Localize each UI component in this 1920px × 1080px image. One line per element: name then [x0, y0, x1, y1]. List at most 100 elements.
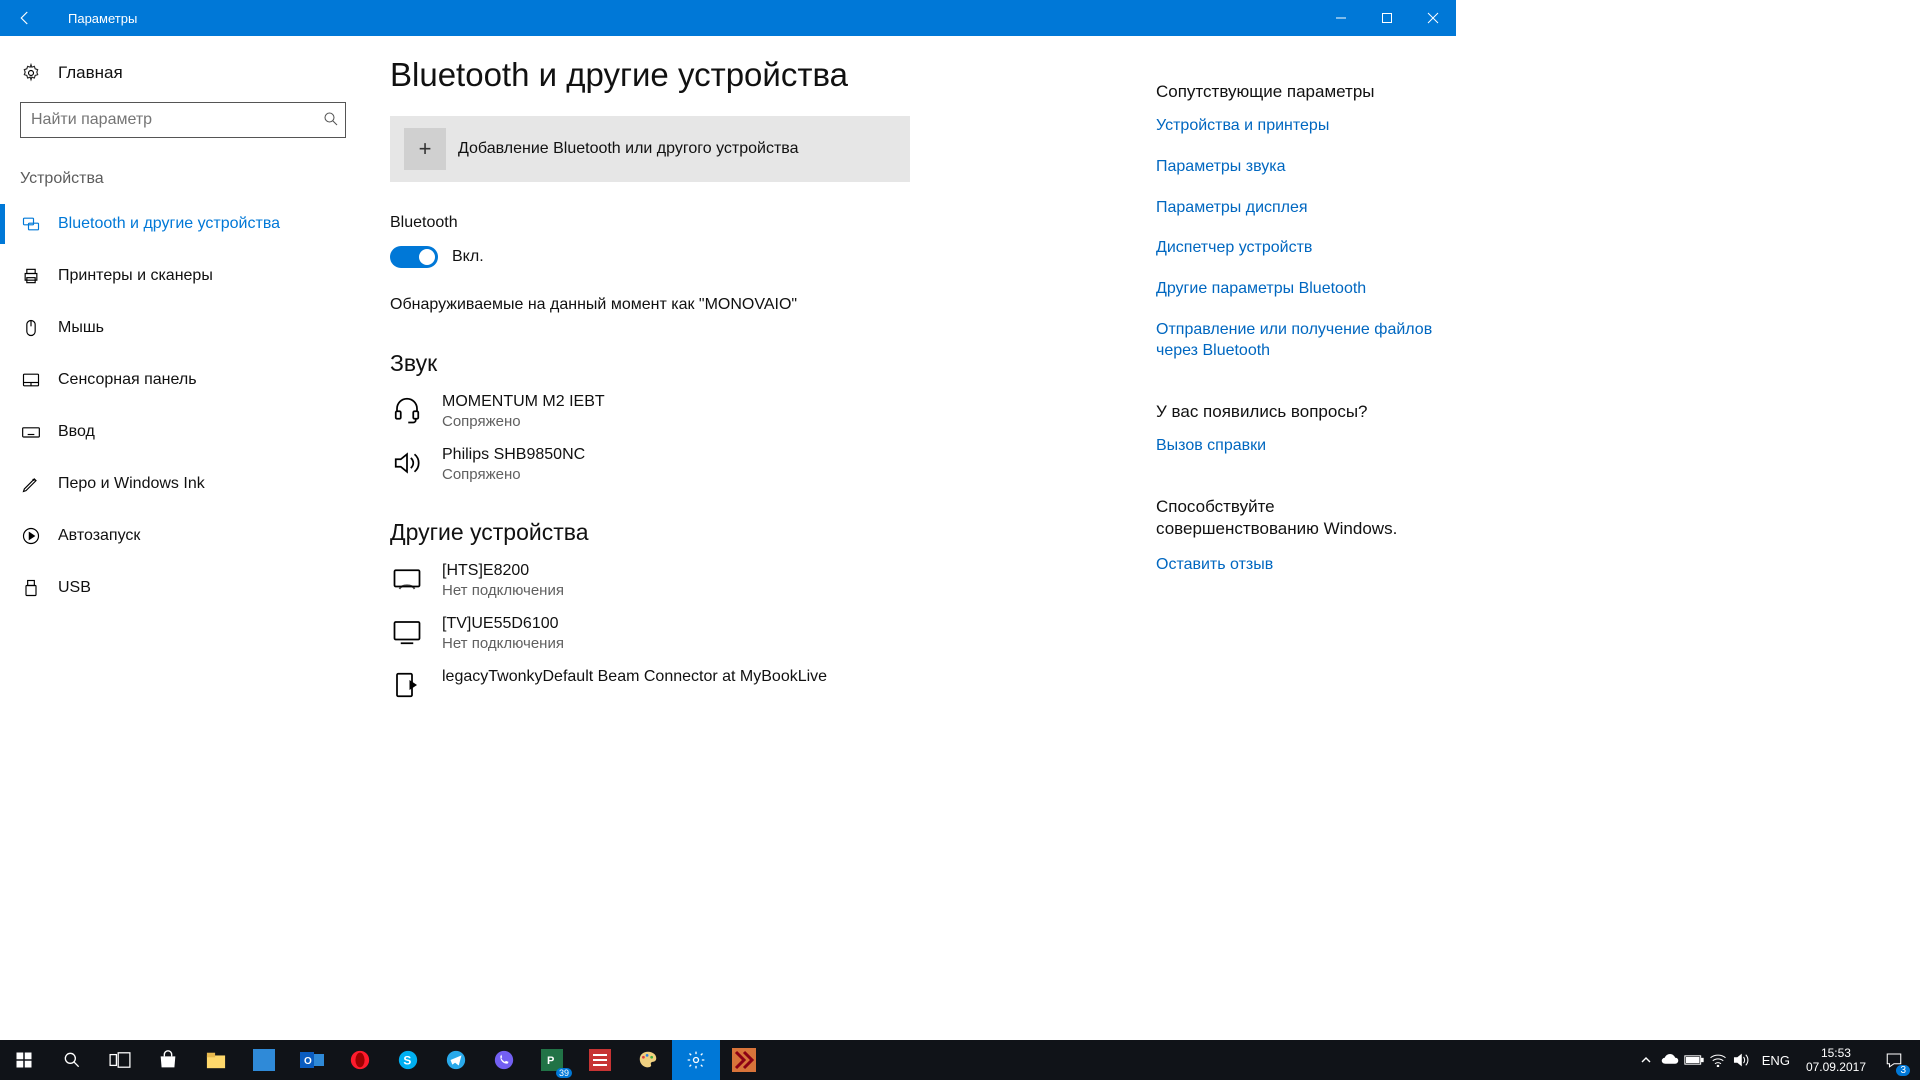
device-item[interactable]: legacyTwonkyDefault Beam Connector at My… — [390, 668, 1116, 702]
tray-time: 15:53 — [1806, 1046, 1866, 1060]
tray-clock[interactable]: 15:53 07.09.2017 — [1806, 1046, 1866, 1075]
device-name: [TV]UE55D6100 — [442, 615, 564, 633]
device-name: Philips SHB9850NC — [442, 446, 585, 464]
tray-battery-icon[interactable] — [1682, 1040, 1706, 1080]
taskbar-app-outlook[interactable]: O — [288, 1040, 336, 1080]
window-controls — [1318, 0, 1456, 36]
taskbar-app-viber[interactable] — [480, 1040, 528, 1080]
media-server-icon — [390, 668, 424, 702]
taskbar-app-kaspersky[interactable] — [720, 1040, 768, 1080]
task-view-button[interactable] — [96, 1040, 144, 1080]
sidebar-item-label: Ввод — [58, 423, 95, 441]
related-link[interactable]: Диспетчер устройств — [1156, 238, 1436, 259]
taskbar-app-telegram[interactable] — [432, 1040, 480, 1080]
sidebar-item-label: Bluetooth и другие устройства — [58, 215, 280, 233]
tray-wifi-icon[interactable] — [1706, 1040, 1730, 1080]
minimize-button[interactable] — [1318, 0, 1364, 36]
taskbar-app-store[interactable] — [144, 1040, 192, 1080]
pen-icon — [20, 473, 42, 495]
taskbar-app-explorer[interactable] — [192, 1040, 240, 1080]
maximize-button[interactable] — [1364, 0, 1410, 36]
headset-icon — [390, 393, 424, 427]
taskbar-app-skype[interactable]: S — [384, 1040, 432, 1080]
touchpad-icon — [20, 369, 42, 391]
help-head: У вас появились вопросы? — [1156, 402, 1436, 422]
category-label: Устройства — [20, 170, 370, 188]
media-device-icon — [390, 562, 424, 596]
device-item[interactable]: [HTS]E8200 Нет подключения — [390, 562, 1116, 599]
sidebar-item-touchpad[interactable]: Сенсорная панель — [0, 354, 370, 406]
search-button[interactable] — [48, 1040, 96, 1080]
sidebar-item-typing[interactable]: Ввод — [0, 406, 370, 458]
tray-notifications[interactable]: 3 — [1874, 1040, 1914, 1080]
audio-section-head: Звук — [390, 350, 1116, 377]
bluetooth-toggle[interactable] — [390, 246, 438, 268]
other-section-head: Другие устройства — [390, 519, 1116, 546]
bluetooth-label: Bluetooth — [390, 214, 1116, 232]
keyboard-icon — [20, 421, 42, 443]
sidebar-item-label: Автозапуск — [58, 527, 140, 545]
sidebar-item-pen[interactable]: Перо и Windows Ink — [0, 458, 370, 510]
tray-onedrive-icon[interactable] — [1658, 1040, 1682, 1080]
tv-icon — [390, 615, 424, 649]
tray-expand-icon[interactable] — [1634, 1040, 1658, 1080]
sidebar-item-label: Перо и Windows Ink — [58, 475, 205, 493]
taskbar-app-settings[interactable] — [672, 1040, 720, 1080]
sidebar-item-usb[interactable]: USB — [0, 562, 370, 614]
related-settings-head: Сопутствующие параметры — [1156, 82, 1436, 102]
feedback-head: Способствуйте совершенствованию Windows. — [1156, 496, 1436, 540]
autoplay-icon — [20, 525, 42, 547]
taskbar-app-red[interactable] — [576, 1040, 624, 1080]
device-item[interactable]: Philips SHB9850NC Сопряжено — [390, 446, 1116, 483]
sidebar-item-label: USB — [58, 579, 91, 597]
device-status: Нет подключения — [442, 635, 564, 652]
taskbar-app-paint[interactable] — [624, 1040, 672, 1080]
close-button[interactable] — [1410, 0, 1456, 36]
back-button[interactable] — [0, 0, 50, 36]
device-name: MOMENTUM M2 IEBT — [442, 393, 605, 411]
device-item[interactable]: [TV]UE55D6100 Нет подключения — [390, 615, 1116, 652]
tray-volume-icon[interactable] — [1730, 1040, 1754, 1080]
badge: 39 — [556, 1068, 572, 1078]
sidebar-item-label: Сенсорная панель — [58, 371, 197, 389]
svg-text:O: O — [304, 1056, 312, 1067]
sidebar-item-mouse[interactable]: Мышь — [0, 302, 370, 354]
device-item[interactable]: MOMENTUM M2 IEBT Сопряжено — [390, 393, 1116, 430]
window-title: Параметры — [68, 11, 137, 26]
search-input[interactable] — [20, 102, 346, 138]
notification-badge: 3 — [1896, 1065, 1910, 1076]
main-content: Bluetooth и другие устройства + Добавлен… — [370, 36, 1156, 776]
taskbar-app-generic-blue[interactable] — [240, 1040, 288, 1080]
sidebar-item-bluetooth[interactable]: Bluetooth и другие устройства — [0, 198, 370, 250]
related-link[interactable]: Другие параметры Bluetooth — [1156, 279, 1436, 300]
home-button[interactable]: Главная — [0, 56, 370, 98]
help-link[interactable]: Вызов справки — [1156, 436, 1436, 457]
feedback-link[interactable]: Оставить отзыв — [1156, 555, 1436, 576]
sidebar: Главная Устройства Bluetooth и другие ус… — [0, 36, 370, 776]
start-button[interactable] — [0, 1040, 48, 1080]
add-device-label: Добавление Bluetooth или другого устройс… — [458, 140, 799, 158]
sidebar-item-label: Мышь — [58, 319, 104, 337]
titlebar: Параметры — [0, 0, 1456, 36]
related-link[interactable]: Параметры звука — [1156, 157, 1436, 178]
home-label: Главная — [58, 63, 123, 83]
sidebar-item-printers[interactable]: Принтеры и сканеры — [0, 250, 370, 302]
taskbar-app-opera[interactable] — [336, 1040, 384, 1080]
related-link[interactable]: Отправление или получение файлов через B… — [1156, 320, 1436, 362]
taskbar: O S P39 ENG 15:53 07.09.2017 3 — [0, 1040, 1920, 1080]
device-status: Сопряжено — [442, 413, 605, 430]
device-status: Нет подключения — [442, 582, 564, 599]
taskbar-app-project[interactable]: P39 — [528, 1040, 576, 1080]
gear-icon — [20, 62, 42, 84]
printer-icon — [20, 265, 42, 287]
sidebar-item-autoplay[interactable]: Автозапуск — [0, 510, 370, 562]
related-link[interactable]: Параметры дисплея — [1156, 198, 1436, 219]
related-link[interactable]: Устройства и принтеры — [1156, 116, 1436, 137]
plus-icon: + — [404, 128, 446, 170]
add-device-button[interactable]: + Добавление Bluetooth или другого устро… — [390, 116, 910, 182]
search-icon — [322, 110, 340, 128]
tray-language[interactable]: ENG — [1762, 1053, 1790, 1068]
device-name: [HTS]E8200 — [442, 562, 564, 580]
page-title: Bluetooth и другие устройства — [390, 56, 1116, 94]
bluetooth-devices-icon — [20, 213, 42, 235]
